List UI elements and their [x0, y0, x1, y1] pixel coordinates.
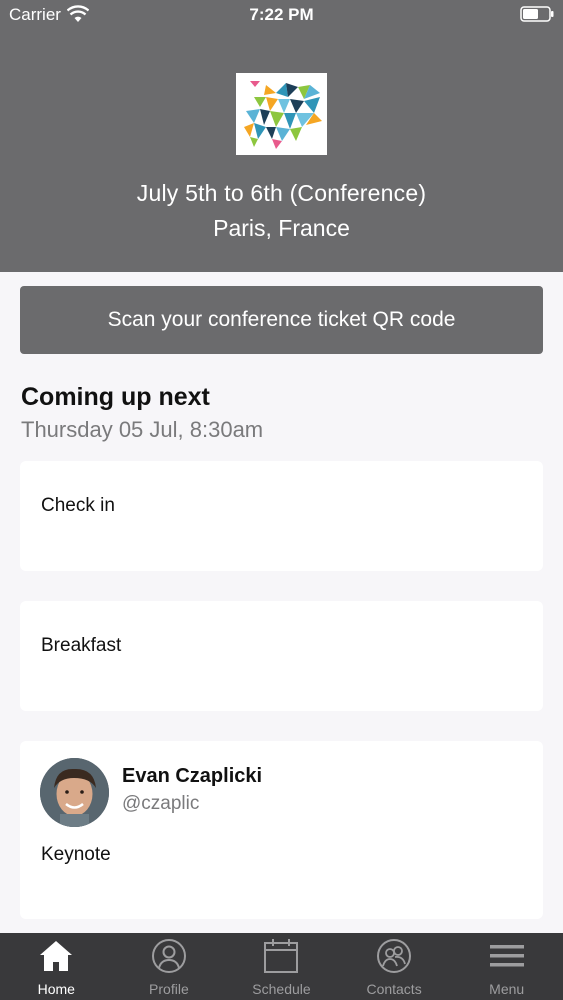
tab-contacts[interactable]: Contacts	[338, 933, 451, 1000]
status-time: 7:22 PM	[249, 5, 314, 24]
session-title: Breakfast	[41, 635, 122, 656]
tab-schedule[interactable]: Schedule	[225, 933, 338, 1000]
tab-label: Home	[37, 981, 75, 997]
tab-home[interactable]: Home	[0, 933, 113, 1000]
tab-profile[interactable]: Profile	[113, 933, 226, 1000]
event-header: Carrier 7:22 PM July 5th to 6th (Confere…	[0, 0, 563, 272]
battery-icon	[520, 6, 554, 22]
tab-label: Schedule	[252, 981, 311, 997]
session-title: Check in	[41, 495, 115, 516]
status-bar: Carrier 7:22 PM	[0, 0, 563, 30]
profile-icon	[151, 939, 186, 973]
conference-logo-graphic	[244, 81, 322, 149]
speaker-avatar	[40, 758, 109, 827]
section-datetime: Thursday 05 Jul, 8:30am	[21, 417, 264, 442]
schedule-card[interactable]: Check in	[20, 461, 543, 571]
tab-menu[interactable]: Menu	[450, 933, 563, 1000]
app-screen: Carrier 7:22 PM July 5th to 6th (Confere…	[0, 0, 563, 1000]
schedule-card[interactable]: Breakfast	[20, 601, 543, 711]
calendar-icon	[264, 939, 299, 973]
speaker-handle: @czaplic	[122, 793, 200, 814]
tab-bar: Home Profile Schedule Contacts Menu	[0, 933, 563, 1000]
session-title: Keynote	[41, 844, 111, 865]
conference-logo	[236, 73, 327, 155]
contacts-icon	[377, 939, 412, 973]
scan-ticket-button[interactable]: Scan your conference ticket QR code	[20, 286, 543, 354]
tab-label: Menu	[489, 981, 525, 997]
speaker-photo	[40, 758, 109, 827]
event-dates: July 5th to 6th (Conference)	[136, 180, 427, 206]
menu-icon	[489, 945, 524, 967]
event-location: Paris, France	[213, 215, 350, 241]
tab-label: Profile	[149, 981, 189, 997]
speaker-name: Evan Czaplicki	[122, 765, 263, 787]
schedule-card[interactable]: Evan Czaplicki @czaplic Keynote	[20, 741, 543, 919]
home-icon	[40, 941, 73, 971]
tab-label: Contacts	[366, 981, 422, 997]
section-title: Coming up next	[21, 383, 210, 411]
